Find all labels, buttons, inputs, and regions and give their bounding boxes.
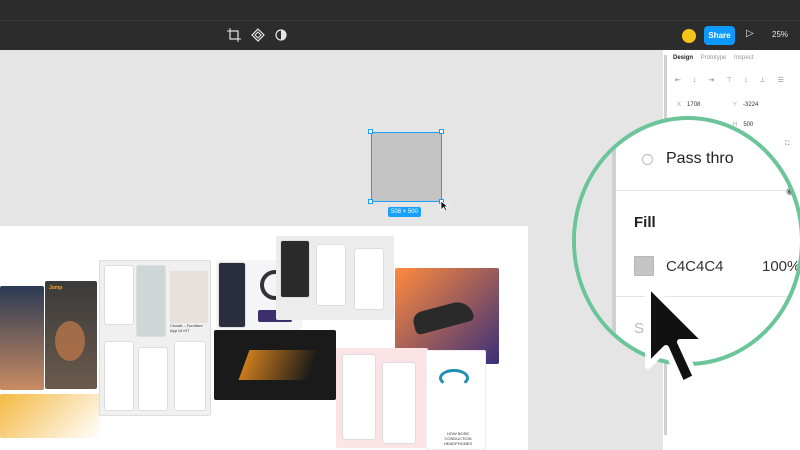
contrast-icon[interactable] [273,28,289,44]
mockup-thumbnail: Jump [45,281,97,389]
zoom-level[interactable]: 25% [772,30,788,39]
tab-prototype[interactable]: Prototype [701,55,727,61]
mockup-title: Chowit – Furniture App UI KIT [170,323,203,333]
layer-blend-mode[interactable]: Pass thro [666,150,734,168]
blend-mode-icon[interactable] [642,154,653,165]
add-icon[interactable]: + [786,318,793,332]
eye-icon[interactable]: ◉ [786,186,795,197]
frame-icon[interactable] [226,28,242,44]
expand-icon[interactable]: ⛶ [785,141,789,148]
resize-handle[interactable] [368,129,373,134]
fill-opacity-input[interactable]: 100% [762,258,800,275]
mouse-pointer-icon [645,281,708,387]
share-button[interactable]: Share [704,26,735,45]
section-divider [616,190,800,191]
panel-divider [612,120,616,362]
selected-rectangle[interactable] [371,132,442,202]
title-bar [0,0,800,20]
x-field[interactable]: X 1708 [677,102,700,108]
alignment-toolbar[interactable]: ⇤ ↕ ⇥ ⊤ ↕ ⊥ ☰ [675,76,795,86]
mockup-thumbnail [214,330,336,400]
avatar[interactable] [682,29,696,43]
present-play-icon[interactable]: ▷ [746,28,754,39]
mockup-caption: HOW BOSE CONDUCTION HEADPHONES [443,431,472,446]
canvas[interactable]: 508 × 500 Jump Chowit – Furniture App UI… [0,50,662,450]
tab-design[interactable]: Design [673,55,693,61]
mockup-thumbnail [0,286,44,390]
mockup-thumbnail [0,394,100,438]
mouse-pointer-icon [440,200,449,212]
dimensions-badge: 508 × 500 [388,207,421,217]
tab-inspect[interactable]: Inspect [734,55,753,61]
mockup-title: Jump [49,285,63,291]
mockup-thumbnail [336,348,428,448]
component-icon[interactable] [250,28,266,44]
mockup-thumbnail [276,236,394,320]
mockup-thumbnail: Chowit – Furniture App UI KIT [99,260,211,416]
resize-handle[interactable] [439,129,444,134]
resize-handle[interactable] [368,199,373,204]
toolbar: Share ▷ 25% [0,20,800,50]
y-field[interactable]: Y -3224 [733,102,758,108]
canvas-edge [576,120,612,362]
mockup-thumbnail: HOW BOSE CONDUCTION HEADPHONES [426,350,486,450]
panel-tabs: Design Prototype Inspect [673,55,759,61]
fill-section-title: Fill [634,214,656,231]
